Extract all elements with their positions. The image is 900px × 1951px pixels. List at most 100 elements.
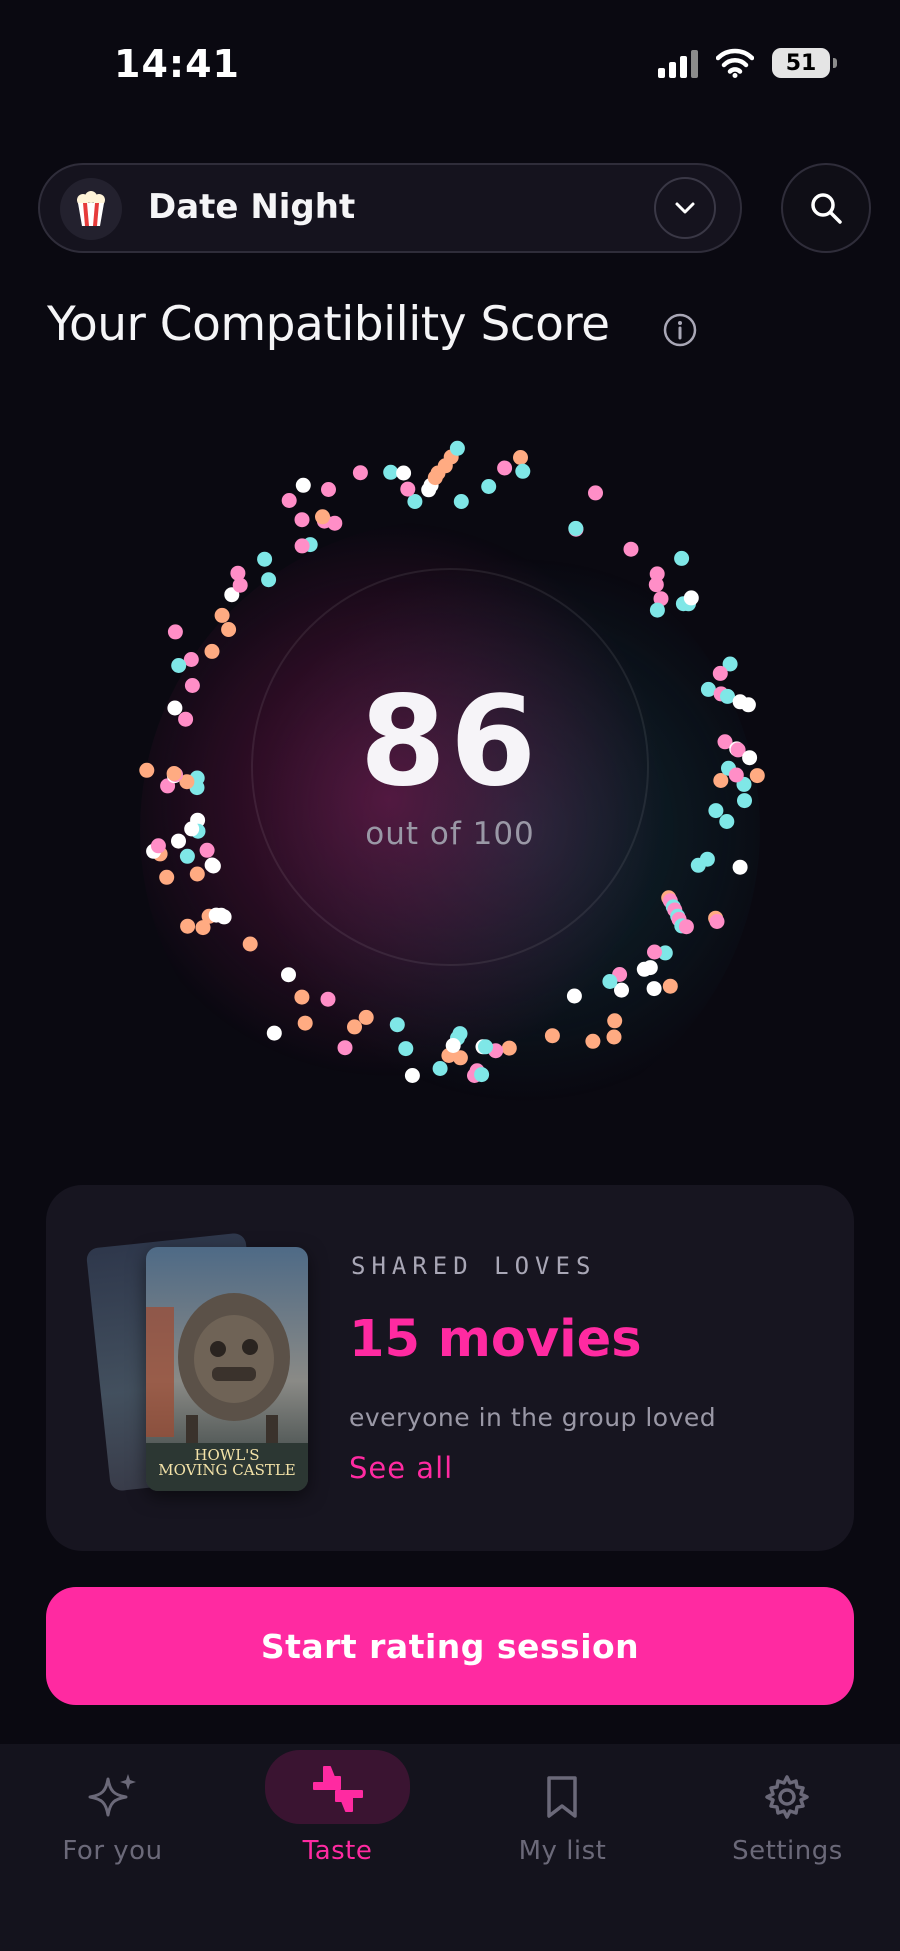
score-dot: [389, 1017, 405, 1033]
score-subtitle: out of 100: [365, 816, 535, 852]
score-dot: [607, 1013, 623, 1029]
score-dot: [449, 440, 465, 456]
score-dot: [648, 577, 664, 593]
tab-label: My list: [518, 1836, 607, 1866]
tab-for-you[interactable]: For you: [0, 1744, 225, 1894]
search-icon: [811, 193, 842, 224]
score-dot: [544, 1028, 560, 1044]
score-dot: [347, 1019, 362, 1035]
score-dot: [180, 918, 196, 934]
score-dot: [606, 1029, 622, 1045]
score-value: 86: [359, 670, 541, 814]
score-dot: [321, 482, 336, 497]
score-dot: [585, 1033, 601, 1049]
popcorn-icon: [60, 178, 122, 240]
shared-loves-eyebrow: SHARED LOVES: [351, 1252, 597, 1280]
tab-label: Taste: [302, 1836, 373, 1866]
score-dot: [683, 590, 699, 606]
score-dot: [566, 988, 582, 1004]
score-dot: [478, 1039, 493, 1055]
score-dot: [646, 981, 662, 997]
battery-indicator: 51: [772, 48, 837, 78]
shared-loves-card[interactable]: HOWL'S MOVING CASTLE SHARED LOVES 15 mov…: [46, 1185, 854, 1551]
bookmark-icon: [512, 1762, 612, 1832]
score-dot: [623, 541, 639, 557]
status-bar: 14:41 51: [0, 0, 900, 130]
score-dot: [266, 1025, 282, 1041]
score-dot: [294, 512, 310, 528]
tab-my-list[interactable]: My list: [450, 1744, 675, 1894]
score-dot: [712, 665, 728, 681]
score-dot: [588, 485, 603, 501]
score-dot: [602, 974, 618, 989]
score-dot: [294, 538, 310, 554]
start-rating-session-button[interactable]: Start rating session: [46, 1587, 854, 1705]
score-dot: [261, 572, 277, 588]
see-all-link[interactable]: See all: [349, 1451, 453, 1485]
sparkles-icon: [62, 1762, 162, 1832]
score-dot: [297, 1015, 313, 1031]
score-dot: [568, 520, 584, 536]
score-dot: [678, 919, 694, 935]
page-title: Your Compatibility Score: [47, 297, 610, 352]
score-dot: [636, 961, 652, 977]
score-dot: [171, 658, 187, 673]
compatibility-score-graphic: 86 out of 100: [0, 380, 900, 1140]
score-dot: [383, 464, 399, 480]
shared-loves-count: 15 movies: [349, 1310, 642, 1369]
tab-bar: For you Taste My list Settings: [0, 1744, 900, 1951]
group-selector[interactable]: Date Night: [38, 163, 742, 253]
score-dot: [647, 944, 662, 960]
cellular-signal-icon: [658, 48, 698, 78]
score-dot: [242, 936, 258, 952]
score-dot: [205, 858, 221, 874]
score-dot: [398, 1041, 414, 1057]
score-dot: [208, 907, 224, 923]
movie-poster: HOWL'S MOVING CASTLE: [146, 1247, 308, 1491]
score-dot: [453, 494, 469, 509]
tab-label: Settings: [732, 1836, 843, 1866]
score-dot: [159, 869, 175, 885]
score-dot: [281, 493, 297, 508]
score-dot: [513, 450, 528, 465]
score-dot: [358, 1009, 374, 1025]
tab-taste[interactable]: Taste: [225, 1744, 450, 1894]
group-name: Date Night: [148, 187, 356, 227]
tab-label: For you: [62, 1836, 163, 1866]
info-icon[interactable]: [662, 312, 698, 348]
score-dot: [690, 857, 706, 873]
score-dot: [474, 1067, 490, 1083]
score-dot: [294, 989, 310, 1005]
status-icons: 51: [658, 48, 837, 78]
score-dot: [732, 859, 748, 875]
search-button[interactable]: [781, 163, 871, 253]
score-dot: [167, 624, 183, 640]
score-dot: [214, 607, 230, 623]
score-dot: [396, 465, 412, 481]
score-dot: [230, 565, 246, 581]
chevron-down-icon[interactable]: [654, 177, 716, 239]
score-dot: [404, 1068, 420, 1083]
score-dot: [352, 465, 368, 481]
score-dot: [515, 463, 531, 479]
score-dot: [320, 991, 336, 1007]
score-dot: [481, 479, 497, 494]
score-dot: [445, 1038, 461, 1053]
score-dot: [281, 967, 296, 983]
score-dot: [315, 509, 330, 525]
score-dot: [501, 1040, 517, 1056]
thumbs-icon: [265, 1750, 410, 1824]
wifi-icon: [716, 48, 754, 78]
score-dot: [662, 978, 678, 994]
poster-title: HOWL'S MOVING CASTLE: [158, 1445, 296, 1480]
status-time: 14:41: [114, 42, 240, 86]
score-dot: [204, 643, 220, 659]
shared-loves-description: everyone in the group loved: [349, 1403, 717, 1432]
tab-settings[interactable]: Settings: [675, 1744, 900, 1894]
score-dot: [221, 622, 237, 637]
score-dot: [295, 477, 311, 493]
score-dot: [400, 481, 416, 497]
score-dot: [497, 460, 513, 476]
score-dot: [189, 866, 205, 882]
score-dot: [709, 914, 725, 929]
